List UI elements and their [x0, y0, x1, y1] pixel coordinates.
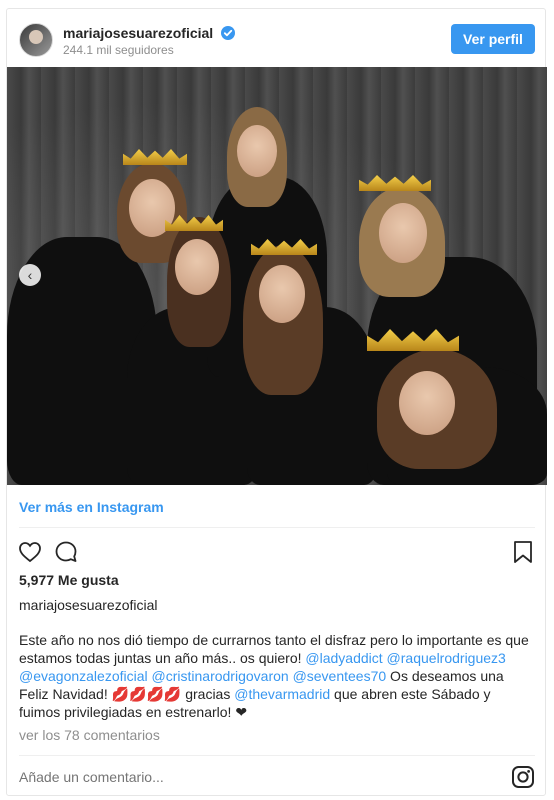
face-shape	[259, 265, 305, 323]
post-photo[interactable]: ‹	[7, 67, 547, 485]
follower-count: 244.1 mil seguidores	[63, 43, 174, 57]
bookmark-icon[interactable]	[511, 539, 535, 565]
carousel-previous-button[interactable]: ‹	[19, 264, 41, 286]
comment-bubble-icon[interactable]	[53, 539, 79, 565]
view-profile-button[interactable]: Ver perfil	[451, 24, 535, 54]
crown-shape	[359, 175, 431, 191]
mention-link[interactable]: @ladyaddict	[305, 650, 382, 666]
view-comments-link[interactable]: ver los 78 comentarios	[19, 727, 160, 743]
verified-badge-icon	[221, 26, 236, 40]
comment-input[interactable]	[19, 769, 479, 785]
username[interactable]: mariajosesuarezoficial	[63, 25, 236, 41]
face-shape	[237, 125, 277, 177]
face-shape	[399, 371, 455, 435]
instagram-icon[interactable]	[511, 765, 535, 789]
heart-icon[interactable]	[17, 539, 43, 565]
action-bar	[7, 537, 545, 569]
mention-link[interactable]: @cristinarodrigovaron	[152, 668, 289, 684]
like-count-text: 5,977 Me gusta	[19, 572, 119, 588]
mention-link[interactable]: @seventees70	[293, 668, 387, 684]
instagram-embed-card: mariajosesuarezoficial 244.1 mil seguido…	[6, 8, 547, 796]
post-owner[interactable]: mariajosesuarezoficial	[19, 597, 158, 613]
mention-link[interactable]: @raquelrodriguez3	[387, 650, 506, 666]
face-shape	[379, 203, 427, 263]
avatar[interactable]	[19, 23, 53, 57]
mention-link[interactable]: @thevarmadrid	[234, 686, 330, 702]
caption: Este año no nos dió tiempo de currarnos …	[19, 631, 529, 721]
like-count[interactable]: 5,977 Me gusta	[19, 572, 119, 588]
post-header: mariajosesuarezoficial 244.1 mil seguido…	[7, 9, 545, 67]
username-text[interactable]: mariajosesuarezoficial	[63, 25, 213, 41]
view-more-link[interactable]: Ver más en Instagram	[19, 499, 164, 515]
divider	[19, 527, 535, 528]
mention-link[interactable]: @evagonzalezoficial	[19, 668, 148, 684]
divider	[19, 755, 535, 756]
face-shape	[175, 239, 219, 295]
crown-shape	[123, 149, 187, 165]
chevron-left-icon: ‹	[27, 267, 33, 283]
